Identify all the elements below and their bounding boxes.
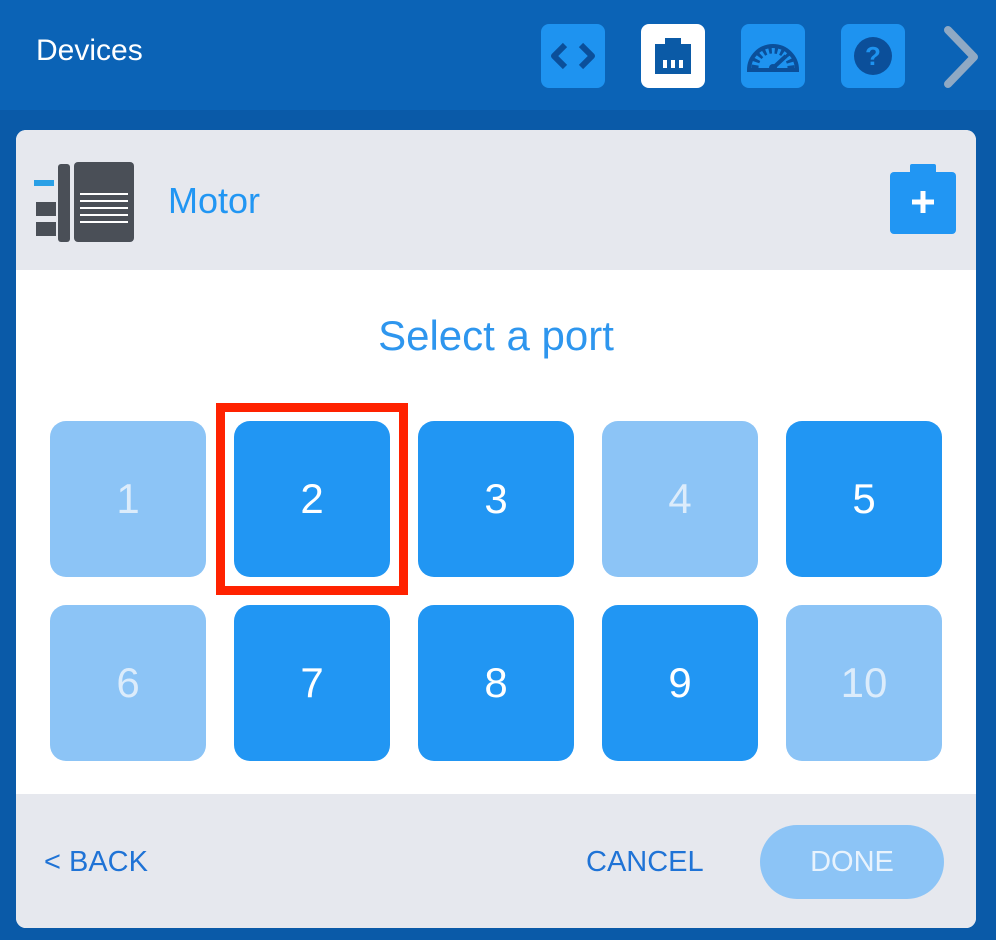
dashboard-gauge-icon [746,44,800,72]
svg-text:?: ? [865,41,881,71]
back-button[interactable]: < BACK [44,846,148,879]
select-port-heading: Select a port [378,312,614,359]
port-label: 9 [668,659,692,706]
device-config-panel: Motor Select a port 1 2 3 4 5 6 7 8 9 10… [16,130,976,928]
port-1-button: 1 [50,421,206,577]
help-button[interactable]: ? [841,24,905,88]
dashboard-button[interactable] [741,24,805,88]
dialog-footer: < BACK CANCEL DONE [16,794,976,928]
code-icon [551,42,595,70]
port-label: 1 [116,475,140,522]
devices-port-button[interactable] [641,24,705,88]
port-label: 4 [668,475,692,522]
add-device-icon[interactable] [890,164,956,234]
port-6-button: 6 [50,605,206,761]
motor-icon [34,162,134,242]
port-label: 5 [852,475,876,522]
port-label: 7 [300,659,324,706]
port-10-button: 10 [786,605,942,761]
port-label: 3 [484,475,508,522]
port-4-button: 4 [602,421,758,577]
device-header: Motor [16,130,976,270]
done-button[interactable]: DONE [760,825,944,899]
port-icon [655,38,691,74]
port-label: 6 [116,659,140,706]
port-3-button[interactable]: 3 [418,421,574,577]
port-9-button[interactable]: 9 [602,605,758,761]
cancel-button[interactable]: CANCEL [586,846,704,879]
port-8-button[interactable]: 8 [418,605,574,761]
port-2-button[interactable]: 2 [234,421,390,577]
port-7-button[interactable]: 7 [234,605,390,761]
chevron-right-icon[interactable] [936,24,986,90]
port-label: 8 [484,659,508,706]
device-name: Motor [168,180,261,221]
port-label: 10 [840,659,888,706]
help-icon: ? [854,37,892,75]
port-5-button[interactable]: 5 [786,421,942,577]
code-button[interactable] [541,24,605,88]
page-title: Devices [36,34,143,67]
port-label: 2 [300,475,324,522]
top-bar: Devices ? [0,0,996,110]
